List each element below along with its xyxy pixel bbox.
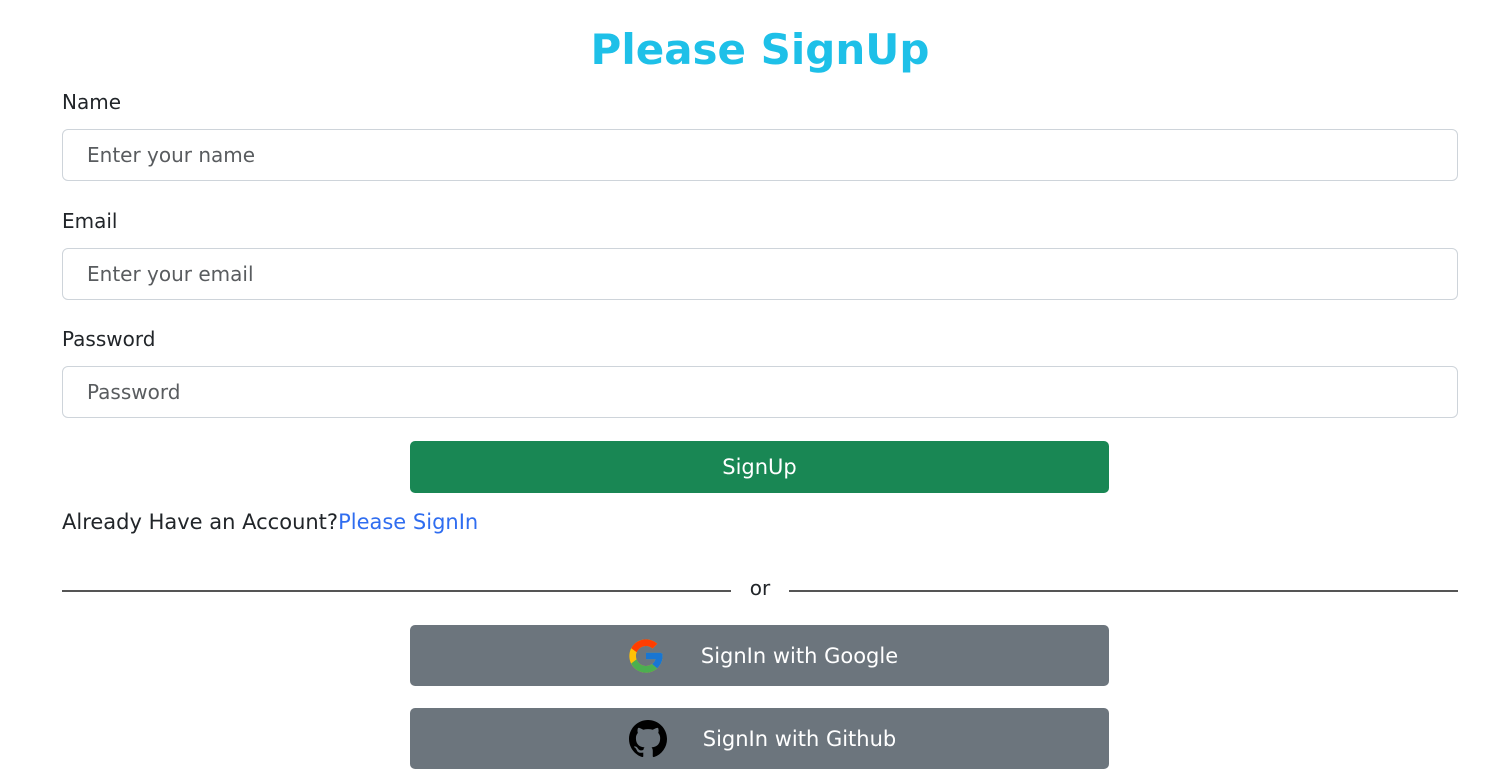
divider-line-right	[789, 590, 1458, 592]
signup-button[interactable]: SignUp	[410, 441, 1109, 493]
google-signin-button[interactable]: SignIn with Google	[410, 625, 1109, 686]
page-title: Please SignUp	[590, 25, 930, 74]
signup-button-label: SignUp	[722, 455, 797, 479]
divider-line-left	[62, 590, 731, 592]
signin-prompt-text: Already Have an Account?	[62, 510, 339, 534]
email-label: Email	[62, 209, 118, 233]
github-icon	[623, 719, 673, 759]
email-input[interactable]	[62, 248, 1458, 300]
name-input[interactable]	[62, 129, 1458, 181]
password-label: Password	[62, 327, 156, 351]
signin-prompt: Already Have an Account?Please SignIn	[62, 508, 478, 536]
divider-or-text: or	[749, 576, 771, 600]
signup-page: Please SignUp Name Email Password SignUp…	[0, 0, 1512, 783]
github-signin-label: SignIn with Github	[702, 726, 897, 751]
google-icon	[621, 636, 671, 676]
google-signin-label: SignIn with Google	[700, 643, 899, 668]
password-input[interactable]	[62, 366, 1458, 418]
signin-link[interactable]: Please SignIn	[338, 510, 478, 534]
name-label: Name	[62, 90, 122, 114]
github-signin-button[interactable]: SignIn with Github	[410, 708, 1109, 769]
